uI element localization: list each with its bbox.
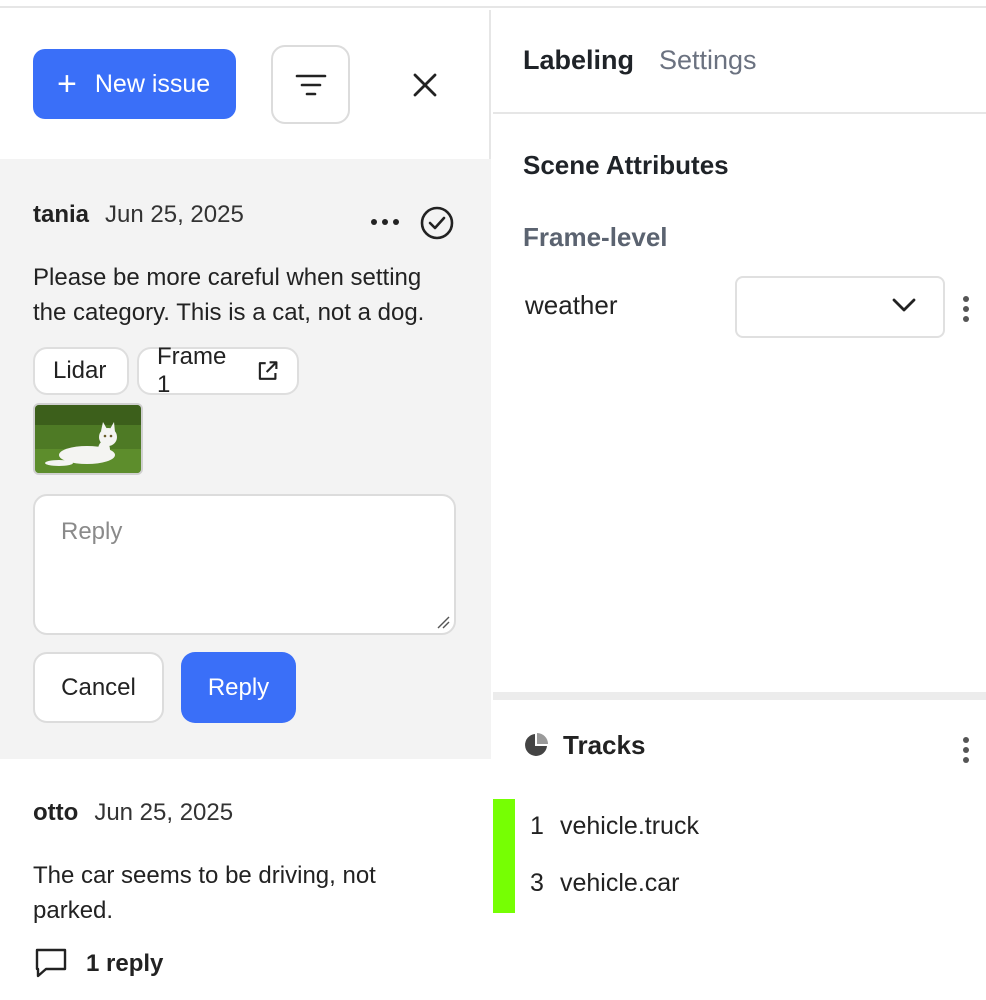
tab-settings[interactable]: Settings (659, 45, 757, 76)
kebab-icon[interactable] (960, 296, 972, 322)
sub-title: Frame-level (523, 222, 668, 252)
issues-toolbar: + New issue (0, 10, 491, 160)
panel-divider (493, 692, 986, 700)
comment-icon (35, 948, 67, 978)
replies-count[interactable]: 1 reply (86, 950, 163, 978)
issue-author: otto (33, 799, 79, 826)
issue-card[interactable]: otto Jun 25, 2025 The car seems to be dri… (0, 759, 491, 1000)
close-button[interactable] (400, 60, 450, 110)
section-title: Scene Attributes (523, 150, 729, 180)
track-id: 3 (530, 869, 544, 897)
issue-meta: tania Jun 25, 2025 (33, 201, 244, 229)
close-icon (413, 73, 437, 97)
chevron-down-icon (892, 298, 916, 312)
external-link-icon (258, 361, 278, 380)
plus-icon: + (57, 65, 77, 103)
tab-labeling[interactable]: Labeling (523, 45, 634, 76)
top-border (0, 0, 986, 8)
cat-image (35, 405, 141, 473)
track-row[interactable]: 3 vehicle.car (493, 856, 986, 913)
filter-button[interactable] (271, 45, 350, 124)
attributes-panel: Labeling Settings Scene Attributes Frame… (493, 10, 986, 1000)
track-color-bar (493, 799, 515, 856)
issue-meta: otto Jun 25, 2025 (33, 799, 233, 827)
attachment-thumbnail[interactable] (33, 403, 143, 475)
chip-frame[interactable]: Frame 1 (137, 343, 299, 398)
chip-label: Lidar (53, 357, 107, 384)
reply-label: Reply (207, 673, 270, 701)
reply-button[interactable]: Reply (181, 652, 296, 723)
new-issue-button[interactable]: + New issue (33, 49, 236, 119)
cancel-button[interactable]: Cancel (33, 652, 164, 723)
more-horizontal-icon[interactable] (370, 217, 400, 227)
attribute-label: weather (525, 290, 618, 320)
track-color-bar (493, 856, 515, 913)
filter-icon (295, 74, 326, 95)
chip-lidar[interactable]: Lidar (33, 347, 129, 395)
issue-card-active[interactable]: tania Jun 25, 2025 Please be more careful… (0, 159, 491, 759)
check-circle-icon[interactable] (420, 206, 454, 240)
tracks-title: Tracks (563, 730, 646, 760)
panel-tabs: Labeling Settings (493, 10, 986, 114)
cancel-label: Cancel (61, 673, 136, 701)
issue-text: Please be more careful when setting the … (33, 264, 425, 326)
issue-text: The car seems to be driving, not parked. (33, 862, 376, 924)
track-name: vehicle.car (560, 869, 680, 897)
track-id: 1 (530, 812, 544, 840)
reply-textarea[interactable]: Reply (33, 494, 456, 635)
reply-placeholder: Reply (61, 518, 123, 545)
pie-chart-icon (525, 733, 548, 756)
chip-label: Frame 1 (157, 343, 227, 398)
weather-select[interactable] (735, 276, 945, 338)
issue-date: Jun 25, 2025 (94, 799, 234, 826)
kebab-icon[interactable] (960, 737, 972, 763)
track-row[interactable]: 1 vehicle.truck (493, 799, 986, 856)
new-issue-label: New issue (94, 69, 211, 98)
issue-author: tania (33, 201, 90, 228)
issue-date: Jun 25, 2025 (105, 201, 244, 228)
track-name: vehicle.truck (560, 812, 699, 840)
issues-panel: + New issue tania Jun 25, 2025 Please be… (0, 10, 491, 1000)
resize-handle-icon[interactable] (436, 615, 450, 629)
